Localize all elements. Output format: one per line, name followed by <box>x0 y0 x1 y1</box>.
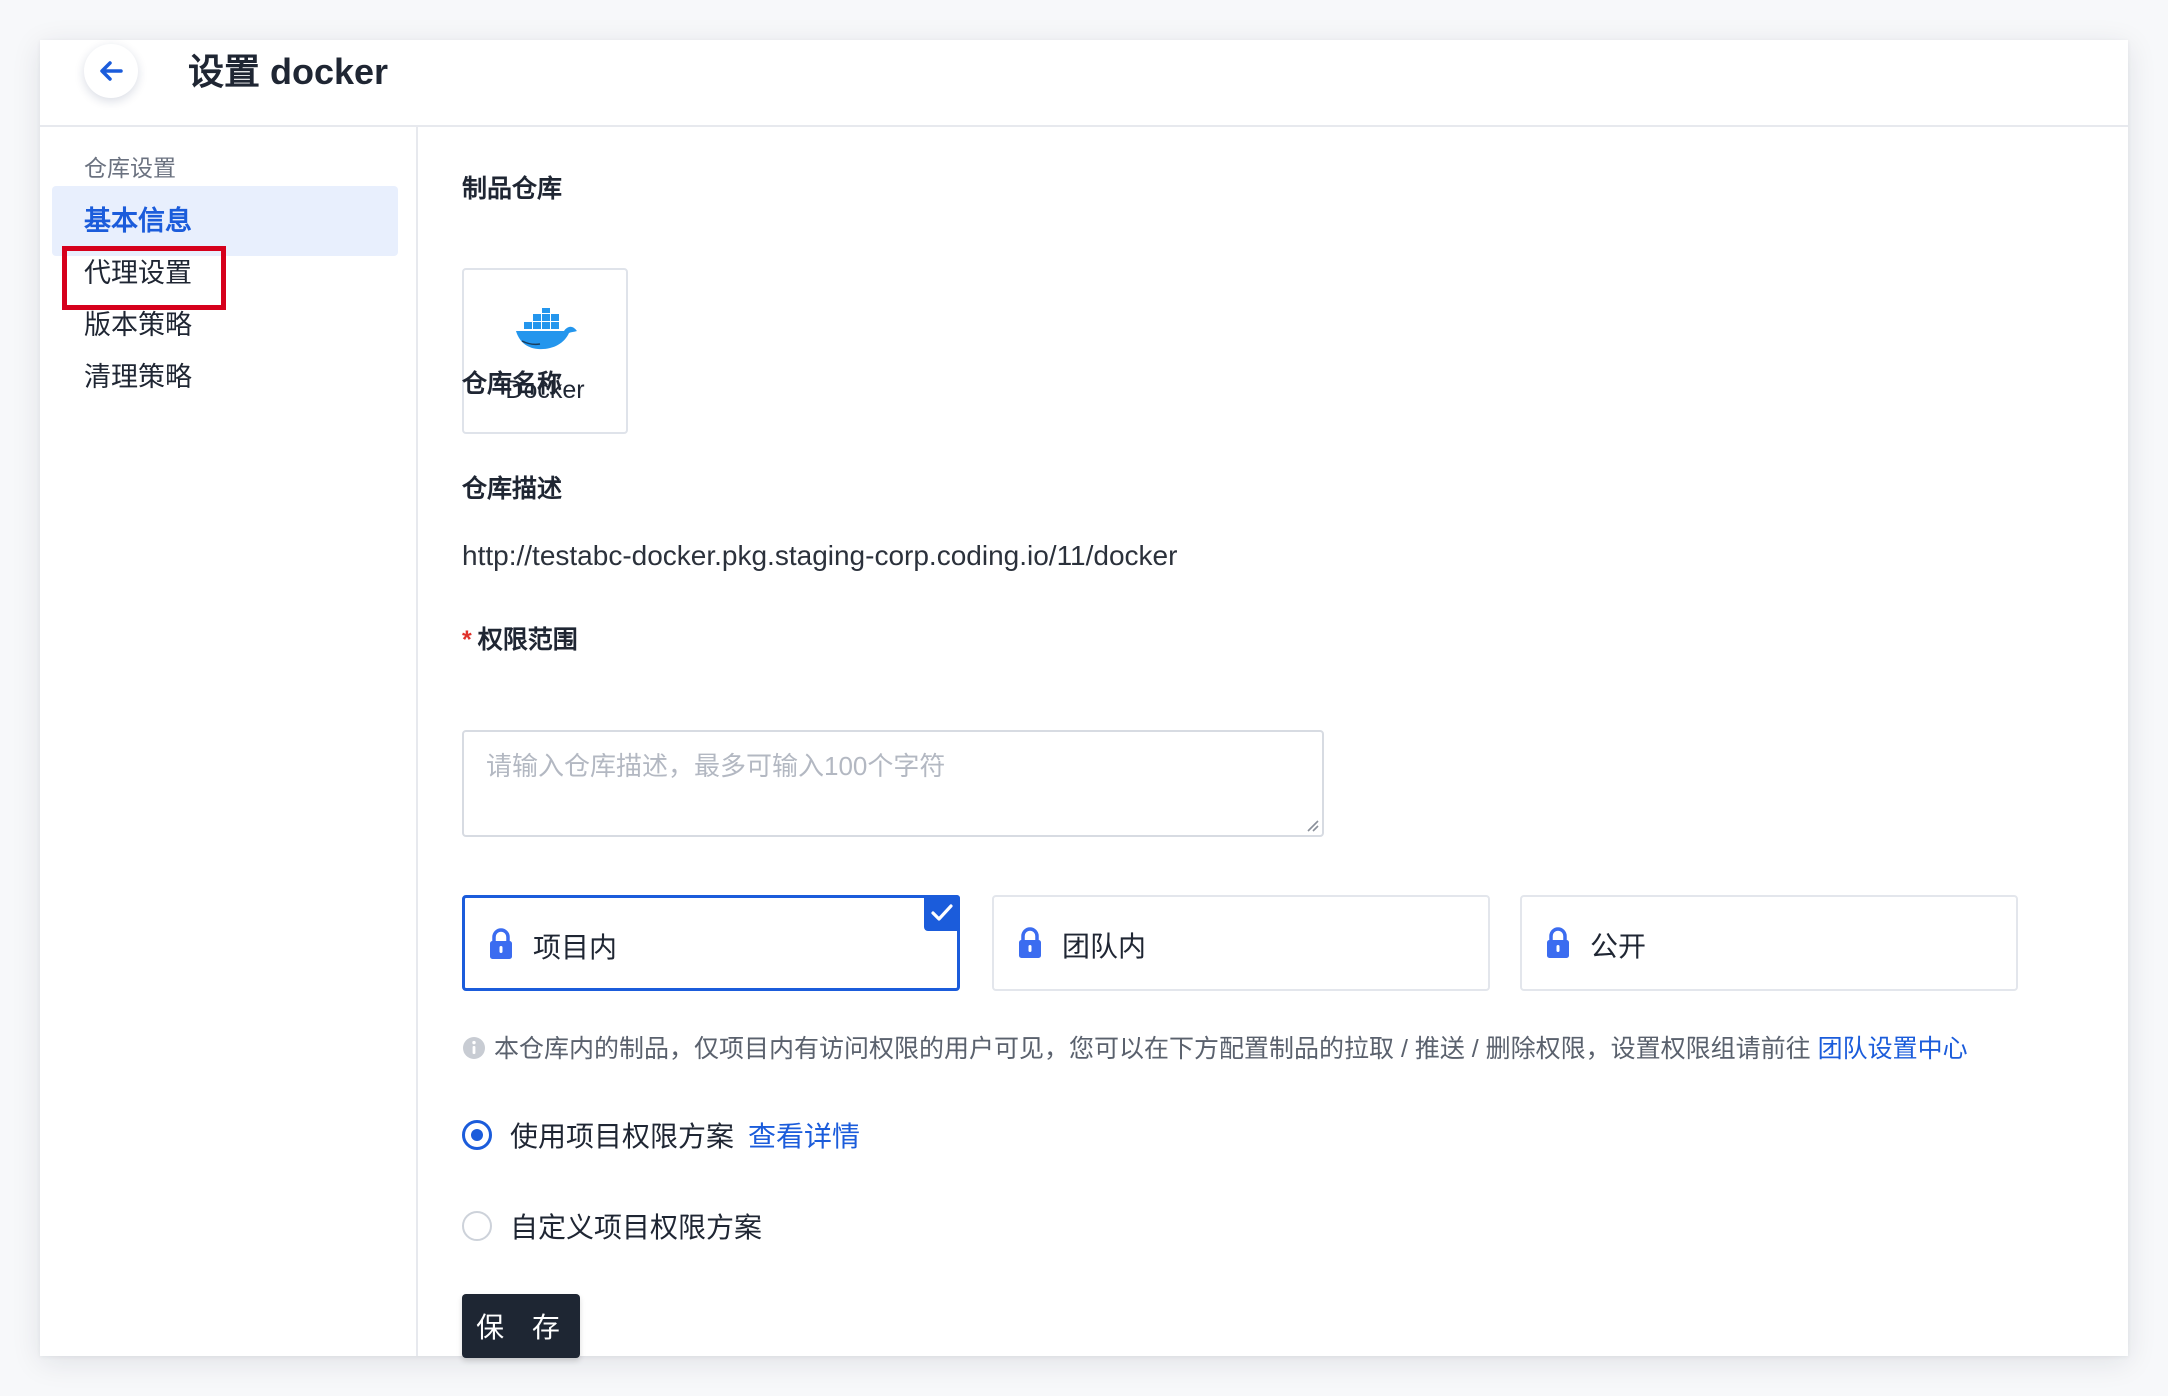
radio-use-project-scheme[interactable]: 使用项目权限方案 查看详情 <box>462 1115 860 1155</box>
settings-sidebar: 仓库设置 基本信息 代理设置 版本策略 清理策略 <box>40 127 418 1356</box>
docker-logo-icon <box>516 308 577 350</box>
perm-option-public[interactable]: 公开 <box>1520 895 2018 991</box>
checkmark-icon <box>924 895 960 931</box>
perm-info-text: 本仓库内的制品，仅项目内有访问权限的用户可见，您可以在下方配置制品的拉取 / 推… <box>462 1029 1968 1065</box>
perm-option-team[interactable]: 团队内 <box>992 895 1490 991</box>
page-header: 设置 docker <box>40 40 2128 127</box>
lock-icon <box>490 928 512 959</box>
docker-repo-card: Docker <box>462 268 628 434</box>
perm-scope-text: 权限范围 <box>477 626 578 654</box>
lock-icon <box>1547 927 1569 958</box>
perm-scope-label: * 权限范围 <box>462 620 578 656</box>
radio-custom-scheme[interactable]: 自定义项目权限方案 <box>462 1206 762 1246</box>
view-detail-link[interactable]: 查看详情 <box>748 1115 860 1155</box>
repo-desc-label: 仓库描述 <box>462 475 563 503</box>
team-settings-link[interactable]: 团队设置中心 <box>1818 1035 1968 1063</box>
perm-option-label: 团队内 <box>1062 931 1147 962</box>
perm-option-label: 项目内 <box>533 932 618 963</box>
back-button[interactable] <box>84 44 138 98</box>
info-text: 本仓库内的制品，仅项目内有访问权限的用户可见，您可以在下方配置制品的拉取 / 推… <box>494 1035 1811 1063</box>
repo-url: http://testabc-docker.pkg.staging-corp.c… <box>462 540 1178 571</box>
radio-label: 使用项目权限方案 <box>510 1121 735 1152</box>
radio-checked-icon[interactable] <box>462 1120 492 1150</box>
artifact-repo-label: 制品仓库 <box>462 175 563 203</box>
settings-window: 设置 docker 仓库设置 基本信息 代理设置 版本策略 清理策略 制品仓库 … <box>40 40 2128 1358</box>
desc-placeholder: 请输入仓库描述，最多可输入100个字符 <box>486 751 946 781</box>
sidebar-heading: 仓库设置 <box>84 155 176 181</box>
repo-name-label: 仓库名称 <box>462 370 563 398</box>
required-mark: * <box>462 626 472 654</box>
arrow-left-icon <box>100 61 123 81</box>
info-icon <box>463 1037 485 1059</box>
page-title: 设置 docker <box>188 51 389 92</box>
lock-icon <box>1019 927 1041 958</box>
perm-option-label: 公开 <box>1590 931 1647 962</box>
radio-unchecked-icon[interactable] <box>462 1211 492 1241</box>
resize-handle-icon[interactable] <box>1305 818 1319 832</box>
main-content: 制品仓库 Docker 仓库名称 http://testabc-docker.p… <box>462 127 2128 1358</box>
repo-desc-textarea[interactable]: 请输入仓库描述，最多可输入100个字符 <box>462 730 1324 837</box>
sidebar-item-cleanup-policy[interactable]: 清理策略 <box>52 342 398 412</box>
radio-label: 自定义项目权限方案 <box>510 1212 763 1243</box>
perm-option-project[interactable]: 项目内 <box>462 895 960 991</box>
save-button[interactable]: 保 存 <box>462 1294 580 1358</box>
